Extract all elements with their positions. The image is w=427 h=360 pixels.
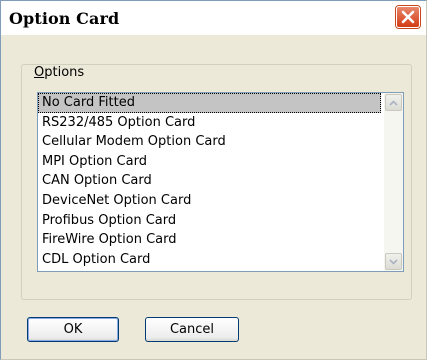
scroll-down-button[interactable] <box>385 253 402 270</box>
list-item-can[interactable]: CAN Option Card <box>38 171 381 191</box>
cancel-button[interactable]: Cancel <box>145 317 239 342</box>
chevron-down-icon <box>389 258 398 265</box>
close-button[interactable] <box>396 6 420 28</box>
close-x-icon <box>401 10 415 24</box>
vertical-scrollbar[interactable] <box>384 93 403 271</box>
option-card-listbox[interactable]: No Card Fitted RS232/485 Option Card Cel… <box>37 92 404 272</box>
dialog-title: Option Card <box>9 9 120 28</box>
list-item-cdl[interactable]: CDL Option Card <box>38 250 381 270</box>
list-item-devicenet[interactable]: DeviceNet Option Card <box>38 191 381 211</box>
ok-button[interactable]: OK <box>27 317 119 342</box>
list-item-no-card-fitted[interactable]: No Card Fitted <box>38 93 381 113</box>
options-group-label: Options <box>31 65 88 80</box>
scroll-up-button[interactable] <box>385 94 402 111</box>
list-item-mpi[interactable]: MPI Option Card <box>38 152 381 172</box>
list-item-rs232-485[interactable]: RS232/485 Option Card <box>38 113 381 133</box>
list-item-cellular-modem[interactable]: Cellular Modem Option Card <box>38 132 381 152</box>
option-card-dialog: Option Card Options No Card Fitted RS232… <box>0 0 427 360</box>
list-item-profibus[interactable]: Profibus Option Card <box>38 211 381 231</box>
title-bar[interactable]: Option Card <box>1 1 426 35</box>
list-item-firewire[interactable]: FireWire Option Card <box>38 230 381 250</box>
list-items: No Card Fitted RS232/485 Option Card Cel… <box>38 93 381 269</box>
chevron-up-icon <box>389 99 398 106</box>
